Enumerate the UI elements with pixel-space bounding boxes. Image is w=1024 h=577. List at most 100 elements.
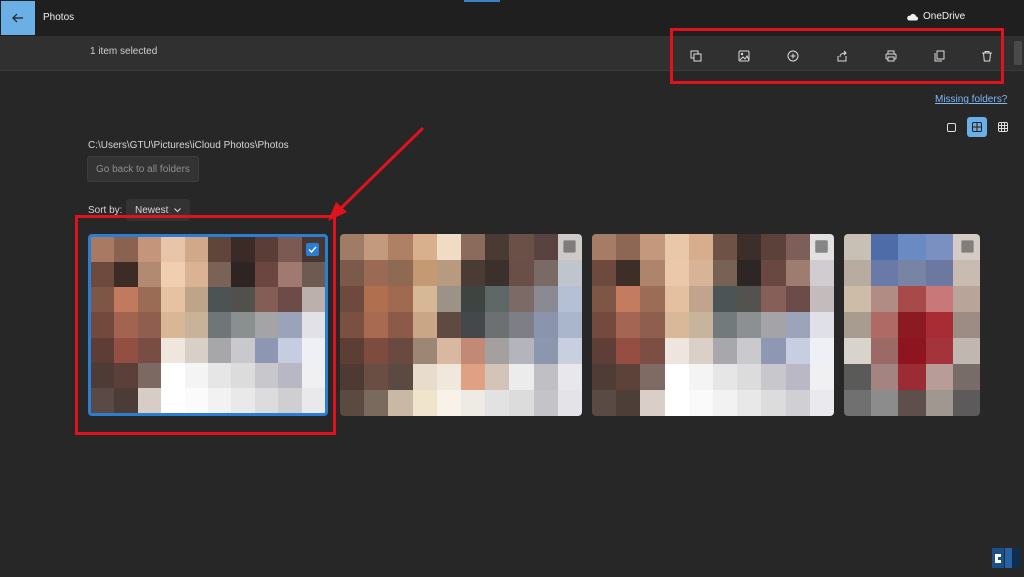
photo-pixel-tile bbox=[785, 260, 810, 286]
photo-pixel-tile bbox=[737, 338, 762, 364]
photo-pixel-tile bbox=[713, 234, 738, 260]
missing-folders-link[interactable]: Missing folders? bbox=[935, 94, 1007, 105]
checkbox[interactable] bbox=[815, 240, 828, 253]
photo-pixel-tile bbox=[809, 286, 834, 312]
photo-pixel-tile bbox=[640, 312, 665, 338]
single-view-button[interactable] bbox=[941, 117, 961, 137]
go-back-button[interactable]: Go back to all folders bbox=[87, 156, 199, 182]
photo-pixel-tile bbox=[664, 286, 689, 312]
photo-pixel-tile bbox=[436, 312, 461, 338]
photo-pixel-tile bbox=[713, 390, 738, 416]
copy-image-icon[interactable] bbox=[687, 47, 705, 65]
photo-pixel-tile bbox=[898, 260, 926, 286]
photo-pixel-tile bbox=[461, 364, 486, 390]
photo-pixel-tile bbox=[809, 364, 834, 390]
photo-pixel-tile bbox=[871, 260, 899, 286]
photo-pixel-tile bbox=[688, 364, 713, 390]
photo-pixel-tile bbox=[898, 286, 926, 312]
photo-pixel-tile bbox=[785, 338, 810, 364]
photo-pixel-tile bbox=[616, 260, 641, 286]
photo-pixel-tile bbox=[485, 338, 510, 364]
photo-pixel-tile bbox=[388, 390, 413, 416]
photo-pixel-tile bbox=[640, 364, 665, 390]
photo-pixel-tile bbox=[533, 390, 558, 416]
photo-pixel-tile bbox=[844, 234, 872, 260]
selected-photo-highlight bbox=[75, 215, 336, 435]
photo-pixel-tile bbox=[364, 390, 389, 416]
photo-pixel-tile bbox=[557, 312, 582, 338]
photo-pixel-tile bbox=[785, 390, 810, 416]
photo-pixel-tile bbox=[509, 364, 534, 390]
photo-thumbnail[interactable] bbox=[844, 234, 980, 416]
photo-pixel-tile bbox=[871, 312, 899, 338]
photo-pixel-tile bbox=[664, 338, 689, 364]
photo-pixel-tile bbox=[364, 234, 389, 260]
photo-pixel-tile bbox=[461, 234, 486, 260]
photo-thumbnail[interactable] bbox=[592, 234, 834, 416]
photo-pixel-tile bbox=[412, 260, 437, 286]
medium-grid-button[interactable] bbox=[967, 117, 987, 137]
photo-pixel-tile bbox=[412, 364, 437, 390]
photo-pixel-tile bbox=[785, 364, 810, 390]
photo-pixel-tile bbox=[509, 338, 534, 364]
photo-pixel-tile bbox=[952, 286, 980, 312]
photo-pixel-tile bbox=[844, 286, 872, 312]
add-icon[interactable] bbox=[784, 47, 802, 65]
photo-pixel-tile bbox=[640, 260, 665, 286]
photo-pixel-tile bbox=[737, 364, 762, 390]
photo-pixel-tile bbox=[713, 312, 738, 338]
back-button[interactable] bbox=[1, 1, 35, 35]
photo-pixel-tile bbox=[761, 312, 786, 338]
photo-pixel-tile bbox=[485, 260, 510, 286]
photo-pixel-tile bbox=[844, 364, 872, 390]
photo-pixel-tile bbox=[871, 390, 899, 416]
print-icon[interactable] bbox=[882, 47, 900, 65]
photo-pixel-tile bbox=[461, 286, 486, 312]
folder-path: C:\Users\GTU\Pictures\iCloud Photos\Phot… bbox=[88, 140, 289, 151]
edit-image-icon[interactable] bbox=[735, 47, 753, 65]
photo-pixel-tile bbox=[557, 286, 582, 312]
sort-value: Newest bbox=[135, 204, 169, 216]
photo-pixel-tile bbox=[509, 286, 534, 312]
photo-pixel-tile bbox=[616, 312, 641, 338]
photo-thumbnail[interactable] bbox=[340, 234, 582, 416]
scrollbar[interactable] bbox=[1014, 41, 1022, 65]
delete-icon[interactable] bbox=[978, 47, 996, 65]
photo-pixel-tile bbox=[388, 364, 413, 390]
photo-pixel-tile bbox=[664, 312, 689, 338]
photo-pixel-tile bbox=[809, 312, 834, 338]
photo-pixel-tile bbox=[809, 338, 834, 364]
photo-pixel-tile bbox=[713, 338, 738, 364]
photo-pixel-tile bbox=[592, 286, 617, 312]
checkbox[interactable] bbox=[961, 240, 974, 253]
photo-pixel-tile bbox=[340, 338, 365, 364]
share-icon[interactable] bbox=[833, 47, 851, 65]
photo-pixel-tile bbox=[340, 364, 365, 390]
photo-pixel-tile bbox=[592, 390, 617, 416]
photo-pixel-tile bbox=[388, 312, 413, 338]
photo-pixel-tile bbox=[364, 364, 389, 390]
photo-pixel-tile bbox=[664, 234, 689, 260]
photo-pixel-tile bbox=[509, 312, 534, 338]
chevron-down-icon bbox=[174, 207, 182, 212]
photo-pixel-tile bbox=[509, 260, 534, 286]
photo-pixel-tile bbox=[533, 312, 558, 338]
duplicate-icon[interactable] bbox=[930, 47, 948, 65]
photo-pixel-tile bbox=[640, 234, 665, 260]
back-arrow-icon bbox=[12, 13, 23, 23]
selection-count: 1 item selected bbox=[90, 46, 158, 57]
photo-pixel-tile bbox=[509, 390, 534, 416]
photo-pixel-tile bbox=[871, 234, 899, 260]
photo-pixel-tile bbox=[557, 338, 582, 364]
photo-pixel-tile bbox=[898, 390, 926, 416]
checkbox[interactable] bbox=[563, 240, 576, 253]
onedrive-button[interactable]: OneDrive bbox=[906, 11, 965, 22]
photo-pixel-tile bbox=[412, 338, 437, 364]
photo-pixel-tile bbox=[436, 286, 461, 312]
photo-pixel-tile bbox=[925, 364, 953, 390]
small-grid-button[interactable] bbox=[993, 117, 1013, 137]
photo-pixel-tile bbox=[898, 234, 926, 260]
photo-pixel-tile bbox=[533, 338, 558, 364]
photo-pixel-tile bbox=[925, 260, 953, 286]
photo-pixel-tile bbox=[485, 312, 510, 338]
